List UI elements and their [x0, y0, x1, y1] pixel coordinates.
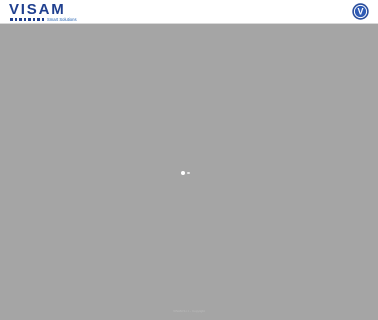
- app-header: VISAM Smart Solutions V: [0, 0, 378, 24]
- loading-spinner-icon: [181, 171, 190, 175]
- footer-text: VISAM S.r.l. - Copyright: [173, 309, 205, 313]
- logo-text: VISAM: [9, 1, 66, 18]
- logo-tagline: Smart Solutions: [47, 17, 77, 22]
- visam-badge-icon[interactable]: V: [352, 3, 369, 20]
- content-area: [0, 24, 378, 320]
- visam-logo[interactable]: VISAM Smart Solutions: [9, 1, 83, 22]
- logo-dots: [10, 18, 44, 21]
- badge-letter: V: [357, 7, 363, 17]
